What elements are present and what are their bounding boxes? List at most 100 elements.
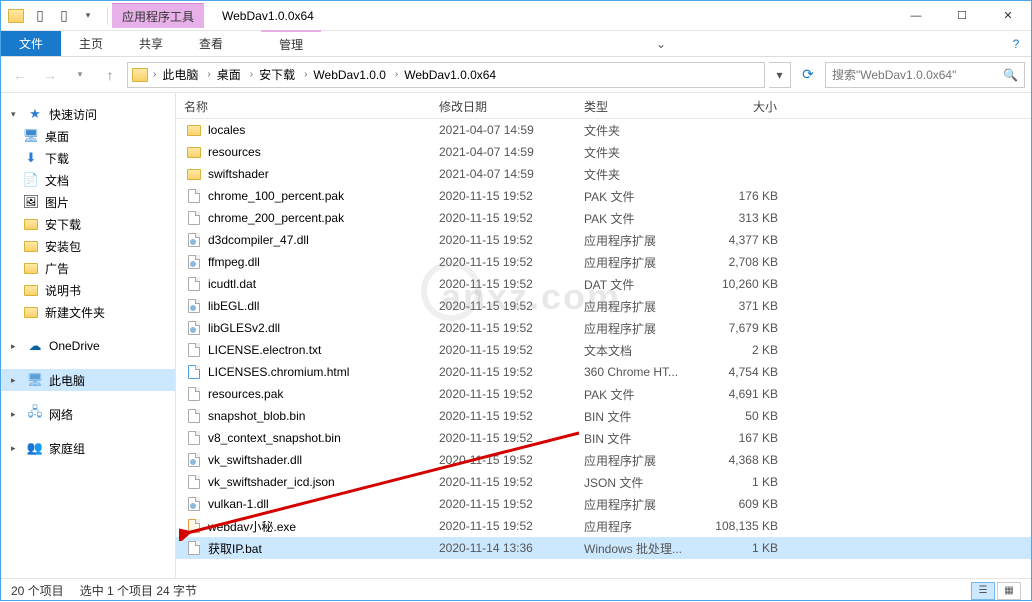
file-row[interactable]: webdav小秘.exe2020-11-15 19:52应用程序108,135 …	[176, 515, 1031, 537]
file-row[interactable]: 获取IP.bat2020-11-14 13:36Windows 批处理...1 …	[176, 537, 1031, 559]
file-type: 应用程序扩展	[576, 298, 696, 315]
nav-pictures[interactable]: 🖼图片	[1, 191, 175, 213]
help-icon[interactable]: ?	[1001, 31, 1031, 56]
window-title: WebDav1.0.0x64	[222, 9, 893, 23]
file-date: 2020-11-15 19:52	[431, 321, 576, 335]
col-date[interactable]: 修改日期	[431, 93, 576, 118]
breadcrumb-seg[interactable]: 此电脑	[159, 63, 204, 87]
status-selection: 选中 1 个项目 24 字节	[80, 582, 197, 599]
file-row[interactable]: libEGL.dll2020-11-15 19:52应用程序扩展371 KB	[176, 295, 1031, 317]
breadcrumb-seg[interactable]: WebDav1.0.0	[310, 63, 392, 87]
file-size: 7,679 KB	[696, 321, 786, 335]
nav-folder[interactable]: 广告	[1, 257, 175, 279]
nav-documents[interactable]: 📄文档	[1, 169, 175, 191]
tab-view[interactable]: 查看	[181, 31, 241, 56]
nav-folder[interactable]: 安下载	[1, 213, 175, 235]
qat-dropdown-icon[interactable]: ▾	[77, 5, 99, 27]
file-date: 2021-04-07 14:59	[431, 167, 576, 181]
file-size: 4,754 KB	[696, 365, 786, 379]
view-icons-button[interactable]: ▦	[997, 582, 1021, 600]
breadcrumb-seg[interactable]: 桌面	[214, 63, 247, 87]
nav-network[interactable]: ▸🖧网络	[1, 403, 175, 425]
file-name: ffmpeg.dll	[208, 255, 260, 269]
file-tab[interactable]: 文件	[1, 31, 61, 56]
nav-this-pc[interactable]: ▸🖥此电脑	[1, 369, 175, 391]
file-name: resources.pak	[208, 387, 283, 401]
close-button[interactable]: ✕	[985, 1, 1031, 31]
folder-icon	[186, 122, 202, 138]
file-size: 1 KB	[696, 541, 786, 555]
file-type: 360 Chrome HT...	[576, 365, 696, 379]
file-row[interactable]: v8_context_snapshot.bin2020-11-15 19:52B…	[176, 427, 1031, 449]
file-type: PAK 文件	[576, 386, 696, 403]
file-type: 文件夹	[576, 144, 696, 161]
nav-folder[interactable]: 说明书	[1, 279, 175, 301]
back-button[interactable]: ←	[7, 62, 33, 88]
file-row[interactable]: vk_swiftshader_icd.json2020-11-15 19:52J…	[176, 471, 1031, 493]
file-name: vk_swiftshader_icd.json	[208, 475, 335, 489]
col-type[interactable]: 类型	[576, 93, 696, 118]
file-row[interactable]: resources 2021-04-07 14:59文件夹	[176, 141, 1031, 163]
view-details-button[interactable]: ☰	[971, 582, 995, 600]
file-name: webdav小秘.exe	[208, 518, 296, 535]
nav-folder[interactable]: 安装包	[1, 235, 175, 257]
file-size: 4,691 KB	[696, 387, 786, 401]
file-name: vulkan-1.dll	[208, 497, 269, 511]
file-row[interactable]: icudtl.dat2020-11-15 19:52DAT 文件10,260 K…	[176, 273, 1031, 295]
chevron-right-icon[interactable]: ›	[150, 69, 159, 80]
ribbon-expand-icon[interactable]: ⌄	[646, 31, 676, 56]
file-row[interactable]: LICENSES.chromium.html2020-11-15 19:5236…	[176, 361, 1031, 383]
file-row[interactable]: vulkan-1.dll2020-11-15 19:52应用程序扩展609 KB	[176, 493, 1031, 515]
up-button[interactable]: ↑	[97, 62, 123, 88]
file-row[interactable]: LICENSE.electron.txt2020-11-15 19:52文本文档…	[176, 339, 1031, 361]
file-row[interactable]: libGLESv2.dll2020-11-15 19:52应用程序扩展7,679…	[176, 317, 1031, 339]
col-size[interactable]: 大小	[696, 93, 786, 118]
breadcrumb-seg[interactable]: WebDav1.0.0x64	[401, 63, 502, 87]
file-row[interactable]: swiftshader2021-04-07 14:59文件夹	[176, 163, 1031, 185]
file-date: 2020-11-15 19:52	[431, 211, 576, 225]
minimize-button[interactable]: —	[893, 1, 939, 31]
col-name[interactable]: 名称	[176, 93, 431, 118]
qat-item[interactable]: ▯	[29, 5, 51, 27]
file-date: 2020-11-15 19:52	[431, 431, 576, 445]
file-name: LICENSES.chromium.html	[208, 365, 349, 379]
file-row[interactable]: chrome_100_percent.pak2020-11-15 19:52PA…	[176, 185, 1031, 207]
file-name: d3dcompiler_47.dll	[208, 233, 309, 247]
address-bar[interactable]: › 此电脑› 桌面› 安下载› WebDav1.0.0› WebDav1.0.0…	[127, 62, 765, 88]
nav-quick-access[interactable]: ▾★快速访问	[1, 103, 175, 125]
breadcrumb-seg[interactable]: 安下载	[256, 63, 301, 87]
file-row[interactable]: resources.pak 2020-11-15 19:52PAK 文件4,691…	[176, 383, 1031, 405]
tab-manage[interactable]: 管理	[261, 30, 321, 56]
file-name: 获取IP.bat	[208, 540, 262, 557]
file-row[interactable]: ffmpeg.dll2020-11-15 19:52应用程序扩展2,708 KB	[176, 251, 1031, 273]
file-row[interactable]: chrome_200_percent.pak2020-11-15 19:52PA…	[176, 207, 1031, 229]
column-headers: 名称 修改日期 类型 大小	[176, 93, 1031, 119]
nav-homegroup[interactable]: ▸👥家庭组	[1, 437, 175, 459]
file-row[interactable]: d3dcompiler_47.dll2020-11-15 19:52应用程序扩展…	[176, 229, 1031, 251]
nav-desktop[interactable]: 🖥桌面	[1, 125, 175, 147]
file-name: resources	[208, 145, 261, 159]
file-type: BIN 文件	[576, 430, 696, 447]
tab-share[interactable]: 共享	[121, 31, 181, 56]
folder-icon[interactable]	[5, 5, 27, 27]
qat-item[interactable]: ▯	[53, 5, 75, 27]
file-row[interactable]: vk_swiftshader.dll2020-11-15 19:52应用程序扩展…	[176, 449, 1031, 471]
file-date: 2021-04-07 14:59	[431, 145, 576, 159]
file-date: 2020-11-15 19:52	[431, 387, 576, 401]
recent-dropdown-icon[interactable]: ▾	[67, 62, 93, 88]
status-count: 20 个项目	[11, 582, 64, 599]
search-input[interactable]: 搜索"WebDav1.0.0x64" 🔍	[825, 62, 1025, 88]
file-row[interactable]: locales2021-04-07 14:59文件夹	[176, 119, 1031, 141]
nav-onedrive[interactable]: ▸☁OneDrive	[1, 335, 175, 357]
file-size: 176 KB	[696, 189, 786, 203]
tab-home[interactable]: 主页	[61, 31, 121, 56]
file-name: vk_swiftshader.dll	[208, 453, 302, 467]
nav-downloads[interactable]: ⬇下载	[1, 147, 175, 169]
forward-button[interactable]: →	[37, 62, 63, 88]
search-icon: 🔍	[1003, 68, 1018, 82]
nav-folder[interactable]: 新建文件夹	[1, 301, 175, 323]
file-row[interactable]: snapshot_blob.bin2020-11-15 19:52BIN 文件5…	[176, 405, 1031, 427]
refresh-button[interactable]: ⟳	[795, 62, 821, 88]
address-dropdown-icon[interactable]: ▾	[769, 62, 791, 88]
maximize-button[interactable]: ☐	[939, 1, 985, 31]
